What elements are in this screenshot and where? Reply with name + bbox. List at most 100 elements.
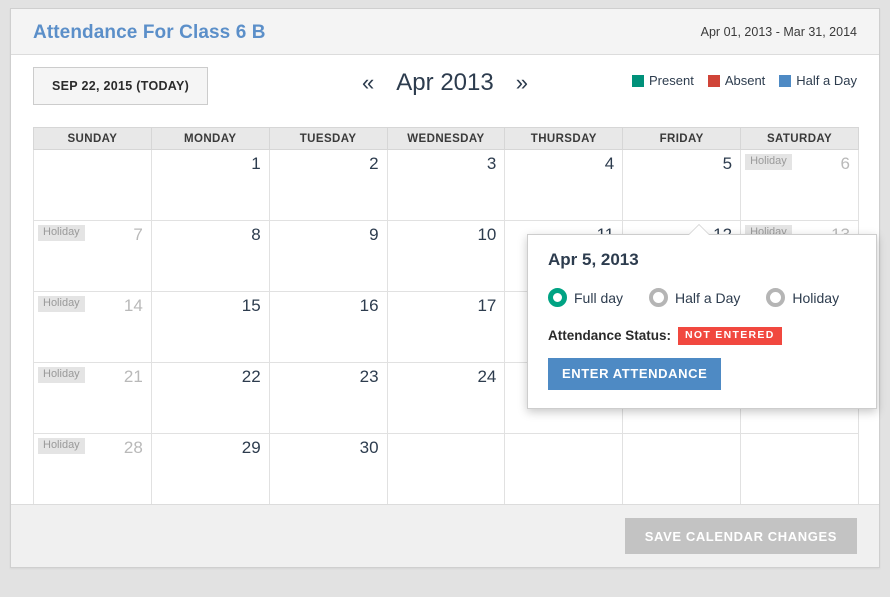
calendar-day-cell[interactable]: 24 bbox=[387, 363, 505, 434]
calendar-day-cell[interactable]: 22 bbox=[151, 363, 269, 434]
popover-date-title: Apr 5, 2013 bbox=[548, 251, 856, 268]
calendar-day-cell[interactable]: Holiday 7 bbox=[34, 221, 152, 292]
day-type-radio-group: Full day Half a Day Holiday bbox=[548, 288, 856, 307]
day-number: 30 bbox=[360, 439, 379, 456]
weekday-header: TUESDAY bbox=[269, 128, 387, 150]
holiday-tag: Holiday bbox=[745, 154, 792, 170]
day-number: 6 bbox=[841, 155, 850, 172]
day-type-radio-option[interactable]: Full day bbox=[548, 288, 623, 307]
legend-item: Absent bbox=[708, 73, 765, 88]
calendar-cell-empty bbox=[387, 434, 505, 505]
day-number: 3 bbox=[487, 155, 496, 172]
day-type-radio-label: Holiday bbox=[792, 290, 839, 306]
calendar-day-cell[interactable]: Holiday 6 bbox=[741, 150, 859, 221]
day-type-radio-option[interactable]: Holiday bbox=[766, 288, 839, 307]
calendar-day-cell[interactable]: 16 bbox=[269, 292, 387, 363]
today-button[interactable]: SEP 22, 2015 (TODAY) bbox=[33, 67, 208, 105]
legend-item: Present bbox=[632, 73, 694, 88]
weekday-header: MONDAY bbox=[151, 128, 269, 150]
calendar-day-cell[interactable]: 29 bbox=[151, 434, 269, 505]
legend-swatch-icon bbox=[708, 75, 720, 87]
legend-swatch-icon bbox=[632, 75, 644, 87]
previous-month-icon[interactable]: « bbox=[358, 70, 378, 96]
day-number: 1 bbox=[251, 155, 260, 172]
status-badge: NOT ENTERED bbox=[678, 327, 782, 345]
calendar-day-cell[interactable]: 30 bbox=[269, 434, 387, 505]
day-number: 28 bbox=[124, 439, 143, 456]
legend-swatch-icon bbox=[779, 75, 791, 87]
weekday-header: SATURDAY bbox=[741, 128, 859, 150]
legend-item-label: Present bbox=[649, 73, 694, 88]
day-number: 8 bbox=[251, 226, 260, 243]
card-header: Attendance For Class 6 B Apr 01, 2013 - … bbox=[11, 8, 879, 55]
calendar-day-cell[interactable]: 4 bbox=[505, 150, 623, 221]
day-attendance-popover: Apr 5, 2013 Full day Half a Day Holiday At… bbox=[527, 234, 877, 409]
day-number: 10 bbox=[477, 226, 496, 243]
day-number: 2 bbox=[369, 155, 378, 172]
calendar-day-cell[interactable]: Holiday 14 bbox=[34, 292, 152, 363]
day-type-radio-label: Full day bbox=[574, 290, 623, 306]
academic-year-range: Apr 01, 2013 - Mar 31, 2014 bbox=[701, 25, 857, 39]
save-calendar-changes-button[interactable]: SAVE CALENDAR CHANGES bbox=[625, 518, 857, 554]
legend-item-label: Half a Day bbox=[796, 73, 857, 88]
legend-item: Half a Day bbox=[779, 73, 857, 88]
attendance-card: Attendance For Class 6 B Apr 01, 2013 - … bbox=[10, 8, 880, 568]
calendar-day-cell[interactable]: 8 bbox=[151, 221, 269, 292]
day-number: 4 bbox=[605, 155, 614, 172]
calendar-week-row: Holiday 28 29 30 bbox=[34, 434, 859, 505]
calendar-day-cell[interactable]: 1 bbox=[151, 150, 269, 221]
weekday-header: THURSDAY bbox=[505, 128, 623, 150]
calendar-day-cell[interactable]: 2 bbox=[269, 150, 387, 221]
calendar-day-cell[interactable]: 5 bbox=[623, 150, 741, 221]
calendar-cell-empty bbox=[34, 150, 152, 221]
calendar-day-cell[interactable]: 3 bbox=[387, 150, 505, 221]
attendance-status-label: Attendance Status: bbox=[548, 328, 671, 343]
day-type-radio-label: Half a Day bbox=[675, 290, 740, 306]
calendar-day-cell[interactable]: Holiday 21 bbox=[34, 363, 152, 434]
radio-button-icon[interactable] bbox=[548, 288, 567, 307]
day-number: 23 bbox=[360, 368, 379, 385]
day-number: 9 bbox=[369, 226, 378, 243]
legend-item-label: Absent bbox=[725, 73, 765, 88]
attendance-legend: Present Absent Half a Day bbox=[632, 73, 857, 88]
current-month-label: Apr 2013 bbox=[396, 69, 493, 97]
day-number: 24 bbox=[477, 368, 496, 385]
day-number: 29 bbox=[242, 439, 261, 456]
popover-arrow bbox=[689, 225, 709, 235]
attendance-status-row: Attendance Status: NOT ENTERED bbox=[548, 327, 856, 345]
calendar-week-row: 1 2 3 4 5 Holiday 6 bbox=[34, 150, 859, 221]
holiday-tag: Holiday bbox=[38, 367, 85, 383]
card-footer: SAVE CALENDAR CHANGES bbox=[11, 504, 879, 567]
day-number: 17 bbox=[477, 297, 496, 314]
next-month-icon[interactable]: » bbox=[512, 70, 532, 96]
day-type-radio-option[interactable]: Half a Day bbox=[649, 288, 740, 307]
calendar-day-cell[interactable]: 10 bbox=[387, 221, 505, 292]
day-number: 7 bbox=[133, 226, 142, 243]
attendance-calendar-page: Attendance For Class 6 B Apr 01, 2013 - … bbox=[0, 0, 890, 597]
day-number: 5 bbox=[723, 155, 732, 172]
day-number: 22 bbox=[242, 368, 261, 385]
calendar-day-cell[interactable]: Holiday 28 bbox=[34, 434, 152, 505]
holiday-tag: Holiday bbox=[38, 296, 85, 312]
calendar-day-cell[interactable]: 9 bbox=[269, 221, 387, 292]
weekday-header: WEDNESDAY bbox=[387, 128, 505, 150]
radio-button-icon[interactable] bbox=[766, 288, 785, 307]
holiday-tag: Holiday bbox=[38, 225, 85, 241]
calendar-day-cell[interactable]: 23 bbox=[269, 363, 387, 434]
calendar-toolbar: SEP 22, 2015 (TODAY) « Apr 2013 » Presen… bbox=[11, 55, 879, 119]
weekday-header: SUNDAY bbox=[34, 128, 152, 150]
day-number: 16 bbox=[360, 297, 379, 314]
enter-attendance-button[interactable]: ENTER ATTENDANCE bbox=[548, 358, 721, 390]
day-number: 21 bbox=[124, 368, 143, 385]
calendar-cell-empty bbox=[505, 434, 623, 505]
page-title: Attendance For Class 6 B bbox=[33, 22, 266, 44]
calendar-cell-empty bbox=[623, 434, 741, 505]
calendar-cell-empty bbox=[741, 434, 859, 505]
calendar-day-cell[interactable]: 17 bbox=[387, 292, 505, 363]
day-number: 14 bbox=[124, 297, 143, 314]
radio-button-icon[interactable] bbox=[649, 288, 668, 307]
day-number: 15 bbox=[242, 297, 261, 314]
calendar-day-cell[interactable]: 15 bbox=[151, 292, 269, 363]
weekday-header: FRIDAY bbox=[623, 128, 741, 150]
holiday-tag: Holiday bbox=[38, 438, 85, 454]
